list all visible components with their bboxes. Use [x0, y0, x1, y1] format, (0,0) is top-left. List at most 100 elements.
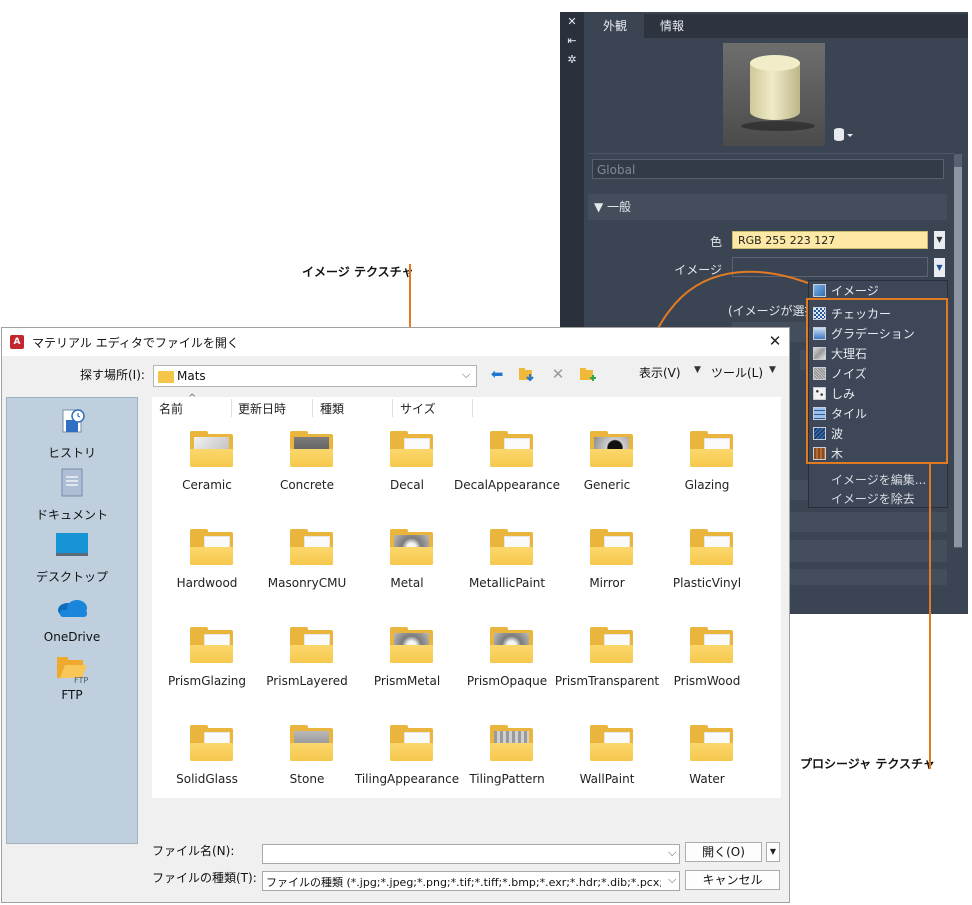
folder-label: TilingPattern [469, 772, 545, 786]
color-dropdown-button[interactable]: ▼ [934, 231, 945, 249]
folder-icon [590, 725, 633, 761]
folder-label: MasonryCMU [267, 576, 347, 590]
folder-item[interactable]: PrismMetal [357, 627, 457, 720]
folder-label: Mirror [589, 576, 625, 590]
folder-label: SolidGlass [176, 772, 238, 786]
dialog-title: マテリアル エディタでファイルを開く [32, 336, 239, 350]
tools-dropdown-arrow[interactable]: ▼ [769, 365, 776, 375]
folder-label: Glazing [684, 478, 730, 492]
dialog-titlebar[interactable]: A マテリアル エディタでファイルを開く ✕ [2, 328, 789, 356]
tab-appearance[interactable]: 外観 [586, 14, 644, 38]
open-file-dialog: A マテリアル エディタでファイルを開く ✕ 探す場所(I): Mats ⌵ ⬅… [1, 327, 790, 903]
close-icon[interactable]: ✕ [566, 16, 578, 28]
preview-shape-dropdown[interactable] [833, 126, 855, 142]
up-folder-icon[interactable] [517, 365, 535, 383]
folder-label: PrismMetal [373, 674, 441, 688]
folder-icon [390, 529, 433, 565]
material-name-field[interactable]: Global [592, 159, 944, 179]
look-in-value: Mats [177, 369, 206, 383]
view-dropdown-arrow[interactable]: ▼ [694, 365, 701, 375]
auto-hide-icon[interactable]: ⇤ [566, 35, 578, 47]
place-history[interactable]: ヒストリ [7, 404, 137, 464]
folder-item[interactable]: Stone [257, 725, 357, 818]
folder-item[interactable]: TilingAppearance [355, 725, 459, 818]
folder-item[interactable]: Glazing [657, 431, 757, 524]
folder-icon [490, 725, 533, 761]
folder-icon [590, 431, 633, 467]
back-arrow-icon[interactable]: ⬅ [488, 365, 506, 383]
folder-item[interactable]: Generic [557, 431, 657, 524]
folder-item[interactable]: TilingPattern [457, 725, 557, 818]
cylinder-icon [834, 128, 853, 141]
folder-label: PrismLayered [266, 674, 348, 688]
section-general-header[interactable]: ▼ 一般 [588, 194, 947, 220]
folder-label: PrismWood [673, 674, 741, 688]
cancel-button[interactable]: キャンセル [685, 870, 780, 890]
menu-item-edit-image[interactable]: イメージを編集... [831, 471, 926, 488]
folder-label: PrismOpaque [466, 674, 548, 688]
menu-item-remove-image[interactable]: イメージを除去 [831, 490, 915, 507]
folder-icon [158, 371, 174, 383]
folder-label: PrismGlazing [167, 674, 247, 688]
folder-item[interactable]: Concrete [257, 431, 357, 524]
folder-item[interactable]: SolidGlass [157, 725, 257, 818]
folder-item[interactable]: PrismTransparent [555, 627, 659, 720]
folder-item[interactable]: Decal [357, 431, 457, 524]
folder-icon [290, 431, 333, 467]
folder-label: Concrete [279, 478, 335, 492]
documents-icon [61, 468, 83, 497]
folder-label: PlasticVinyl [672, 576, 742, 590]
folder-item[interactable]: PrismLayered [257, 627, 357, 720]
folder-icon [290, 725, 333, 761]
file-list-view[interactable]: 名前 ^ 更新日時 種類 サイズ Ceramic Concrete Decal Dec… [152, 393, 781, 798]
folder-item[interactable]: MasonryCMU [257, 529, 357, 622]
image-dropdown-button[interactable]: ▼ [934, 258, 945, 277]
preview-cylinder-top [750, 55, 800, 71]
folder-item[interactable]: PrismGlazing [157, 627, 257, 720]
close-icon[interactable]: ✕ [767, 332, 783, 350]
filename-combobox[interactable]: ⌵ [262, 844, 680, 864]
folder-item[interactable]: DecalAppearance [454, 431, 560, 524]
tab-information[interactable]: 情報 [644, 14, 700, 38]
scrollbar-thumb[interactable] [954, 167, 962, 547]
open-options-dropdown[interactable]: ▼ [766, 842, 780, 862]
folder-item[interactable]: PrismWood [657, 627, 757, 720]
open-button[interactable]: 開く(O) [685, 842, 762, 862]
delete-icon[interactable]: ✕ [549, 365, 567, 383]
look-in-dropdown[interactable]: Mats ⌵ [153, 365, 477, 387]
chevron-down-icon[interactable]: ⌵ [668, 873, 676, 887]
folder-icon [590, 529, 633, 565]
folder-item[interactable]: Metal [357, 529, 457, 622]
folder-item[interactable]: Mirror [557, 529, 657, 622]
place-onedrive[interactable]: OneDrive [7, 590, 137, 650]
view-menu[interactable]: 表示(V) [639, 364, 681, 381]
folder-icon [390, 725, 433, 761]
folder-item[interactable]: PlasticVinyl [657, 529, 757, 622]
folder-item[interactable]: WallPaint [557, 725, 657, 818]
settings-icon[interactable]: ✲ [566, 54, 578, 66]
procedural-textures-highlight [806, 298, 948, 464]
material-preview[interactable] [723, 43, 825, 146]
folder-item[interactable]: Water [657, 725, 757, 818]
callout-image-texture: イメージ テクスチャ [302, 265, 414, 279]
folder-label: PrismTransparent [554, 674, 660, 688]
folder-item[interactable]: Hardwood [157, 529, 257, 622]
folder-icon [190, 725, 233, 761]
chevron-down-icon: ⌵ [462, 368, 471, 381]
filetype-select[interactable]: ファイルの種類 (*.jpg;*.jpeg;*.png;*.tif;*.tiff… [262, 871, 680, 891]
tools-menu[interactable]: ツール(L) [711, 364, 763, 381]
place-documents[interactable]: ドキュメント [7, 466, 137, 526]
folder-item[interactable]: Ceramic [157, 431, 257, 524]
place-desktop[interactable]: デスクトップ [7, 528, 137, 588]
folder-item[interactable]: MetallicPaint [457, 529, 557, 622]
folder-icon [190, 627, 233, 663]
desktop-icon [56, 533, 88, 556]
folder-item[interactable]: PrismOpaque [457, 627, 557, 720]
place-ftp[interactable]: FTP FTP [7, 652, 137, 712]
new-folder-icon[interactable] [579, 365, 597, 383]
divider [588, 153, 954, 154]
color-field[interactable]: RGB 255 223 127 [732, 231, 928, 249]
ftp-folder-icon: FTP [57, 657, 88, 685]
preview-shadow [741, 121, 815, 131]
chevron-down-icon[interactable]: ⌵ [668, 846, 676, 860]
